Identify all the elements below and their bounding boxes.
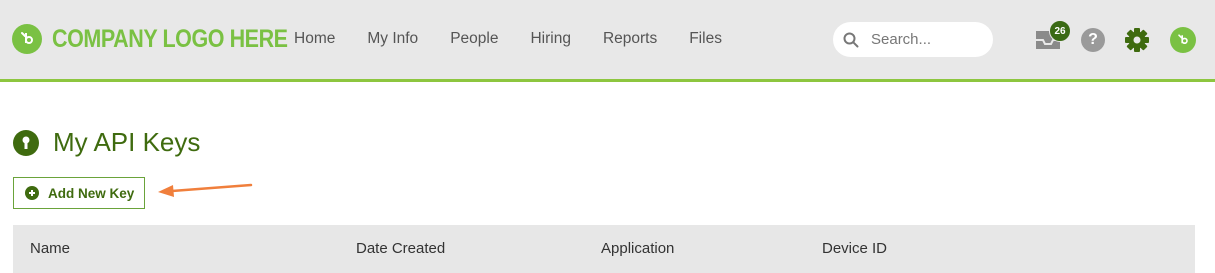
add-new-key-button[interactable]: Add New Key: [13, 177, 145, 209]
page-title: My API Keys: [53, 127, 201, 157]
plus-circle-icon: [25, 186, 39, 200]
search-icon: [843, 32, 859, 48]
column-header-name[interactable]: Name: [30, 240, 70, 257]
column-header-device-id[interactable]: Device ID: [822, 240, 887, 257]
key-icon: [13, 130, 39, 156]
nav-my-info[interactable]: My Info: [367, 30, 418, 48]
company-logo[interactable]: COMPANY LOGO HERE: [12, 24, 326, 54]
help-icon[interactable]: ?: [1081, 28, 1105, 52]
main-nav: Home My Info People Hiring Reports Files: [294, 30, 754, 48]
logo-mark-icon: [12, 24, 42, 54]
nav-people[interactable]: People: [450, 30, 498, 48]
column-header-application[interactable]: Application: [601, 240, 674, 257]
annotation-arrow: [150, 180, 260, 200]
nav-reports[interactable]: Reports: [603, 30, 657, 48]
nav-hiring[interactable]: Hiring: [530, 30, 570, 48]
nav-home[interactable]: Home: [294, 30, 335, 48]
gear-icon[interactable]: [1124, 27, 1150, 53]
search-input[interactable]: [869, 30, 983, 49]
table-header: Name Date Created Application Device ID: [13, 225, 1195, 273]
user-avatar[interactable]: [1170, 27, 1196, 53]
add-new-key-label: Add New Key: [48, 185, 135, 201]
top-navigation-bar: COMPANY LOGO HERE Home My Info People Hi…: [0, 0, 1215, 82]
nav-files[interactable]: Files: [689, 30, 722, 48]
inbox-count-badge: 26: [1049, 20, 1071, 42]
column-header-date-created[interactable]: Date Created: [356, 240, 445, 257]
logo-text: COMPANY LOGO HERE: [52, 24, 288, 53]
search-box: [833, 22, 993, 57]
